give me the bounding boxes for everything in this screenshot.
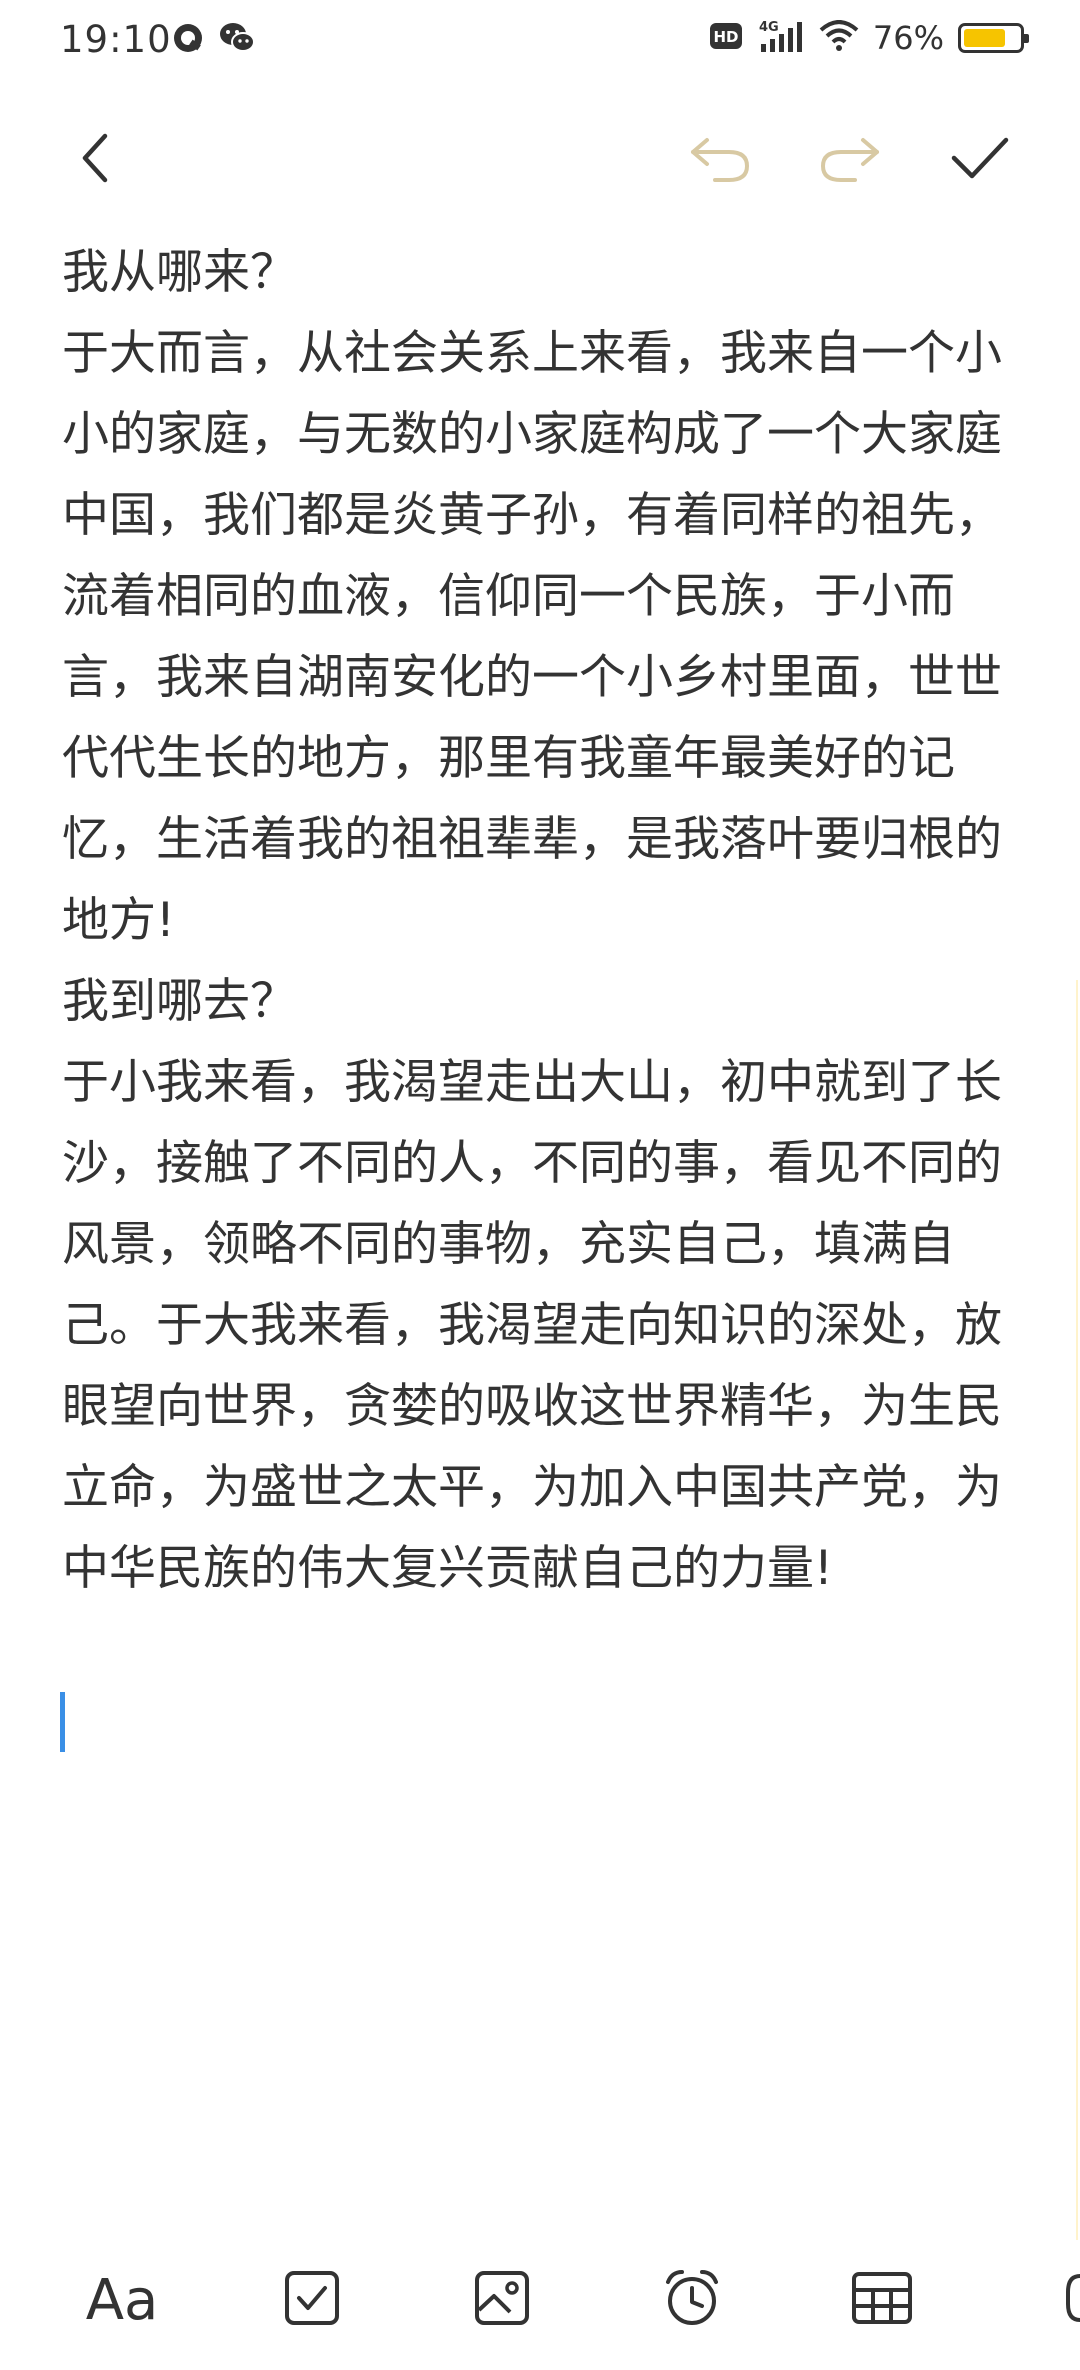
redo-button[interactable] bbox=[800, 110, 900, 210]
notification-icons bbox=[170, 20, 256, 60]
hd-icon: HD bbox=[709, 21, 743, 55]
battery-level-fill bbox=[964, 29, 1006, 47]
image-icon bbox=[472, 2268, 532, 2332]
check-icon bbox=[948, 128, 1012, 192]
wifi-icon bbox=[819, 20, 859, 56]
alarm-icon bbox=[660, 2266, 724, 2334]
font-style-button[interactable]: Aa bbox=[72, 2250, 172, 2350]
note-heading-2: 我到哪去？ bbox=[62, 974, 297, 1029]
reminder-button[interactable] bbox=[642, 2250, 742, 2350]
text-cursor bbox=[60, 1692, 65, 1752]
undo-icon bbox=[685, 128, 755, 192]
status-time: 19:10 bbox=[60, 18, 172, 61]
table-icon bbox=[850, 2268, 914, 2332]
qq-icon bbox=[170, 20, 206, 60]
redo-icon bbox=[815, 128, 885, 192]
image-button[interactable] bbox=[452, 2250, 552, 2350]
font-style-icon: Aa bbox=[85, 2267, 159, 2333]
scroll-edge bbox=[1076, 980, 1078, 2240]
back-icon bbox=[71, 128, 121, 192]
checklist-icon bbox=[282, 2268, 342, 2332]
table-button[interactable] bbox=[832, 2250, 932, 2350]
undo-button[interactable] bbox=[670, 110, 770, 210]
status-bar: 19:10 HD 4G 76% bbox=[0, 0, 1080, 90]
voice-icon bbox=[1042, 2266, 1080, 2334]
format-toolbar: Aa bbox=[0, 2240, 1080, 2370]
svg-text:4G: 4G bbox=[759, 20, 779, 35]
note-paragraph-1: 于大而言，从社会关系上来看，我来自一个小小的家庭，与无数的小家庭构成了一个大家庭… bbox=[62, 326, 1002, 948]
note-paragraph-2: 于小我来看，我渴望走出大山，初中就到了长沙，接触了不同的人，不同的事，看见不同的… bbox=[62, 1055, 1002, 1596]
done-button[interactable] bbox=[930, 110, 1030, 210]
voice-button[interactable] bbox=[1022, 2250, 1080, 2350]
checklist-button[interactable] bbox=[262, 2250, 362, 2350]
svg-text:HD: HD bbox=[713, 28, 738, 46]
wechat-icon bbox=[218, 20, 256, 60]
note-editor[interactable]: 我从哪来？ 于大而言，从社会关系上来看，我来自一个小小的家庭，与无数的小家庭构成… bbox=[62, 232, 1022, 1609]
editor-toolbar bbox=[0, 110, 1080, 210]
battery-percent: 76% bbox=[872, 19, 944, 57]
status-right: HD 4G 76% bbox=[709, 18, 1029, 58]
note-heading-1: 我从哪来？ bbox=[62, 245, 297, 300]
signal-icon: 4G bbox=[757, 18, 805, 58]
battery-icon bbox=[958, 23, 1029, 53]
back-button[interactable] bbox=[46, 110, 146, 210]
